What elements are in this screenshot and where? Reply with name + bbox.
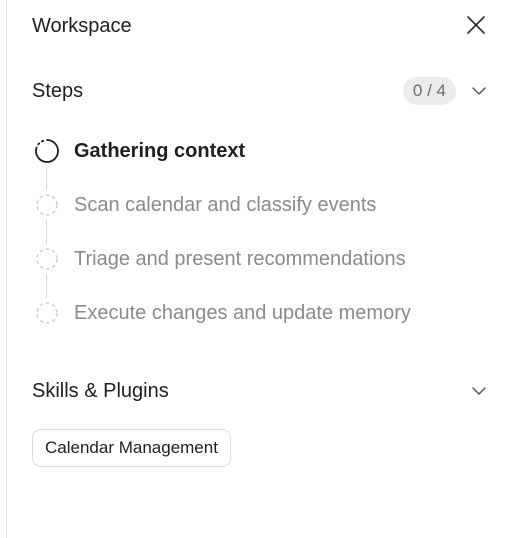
step-connector xyxy=(46,166,47,190)
step-item: Gathering context xyxy=(32,136,492,190)
workspace-panel: Workspace Steps 0 / 4 Gathering context … xyxy=(0,0,505,538)
step-connector xyxy=(46,274,47,298)
panel-divider xyxy=(6,0,7,538)
pending-step-icon xyxy=(32,190,62,244)
pending-step-icon xyxy=(32,298,62,328)
chevron-down-icon xyxy=(470,382,488,400)
step-item: Scan calendar and classify events xyxy=(32,190,492,244)
step-item: Triage and present recommendations xyxy=(32,244,492,298)
step-connector xyxy=(46,220,47,244)
chevron-down-icon xyxy=(470,82,488,100)
step-item: Execute changes and update memory xyxy=(32,298,492,352)
close-button[interactable] xyxy=(462,11,490,39)
skills-section-title: Skills & Plugins xyxy=(32,380,169,402)
steps-section-title: Steps xyxy=(32,80,84,102)
skills-section-header[interactable]: Skills & Plugins xyxy=(32,376,488,406)
panel-title: Workspace xyxy=(32,15,132,37)
in-progress-spinner-icon xyxy=(32,136,62,190)
step-label: Triage and present recommendations xyxy=(74,248,406,270)
step-label: Gathering context xyxy=(74,140,246,162)
step-label: Scan calendar and classify events xyxy=(74,194,377,216)
skills-chip-list: Calendar Management xyxy=(32,429,231,467)
skill-chip-calendar-management[interactable]: Calendar Management xyxy=(32,429,231,467)
steps-list: Gathering context Scan calendar and clas… xyxy=(32,136,492,352)
steps-count-badge: 0 / 4 xyxy=(402,77,456,105)
pending-step-icon xyxy=(32,244,62,298)
close-icon xyxy=(467,16,485,34)
step-label: Execute changes and update memory xyxy=(74,302,411,324)
steps-section-header[interactable]: Steps 0 / 4 xyxy=(32,76,488,106)
